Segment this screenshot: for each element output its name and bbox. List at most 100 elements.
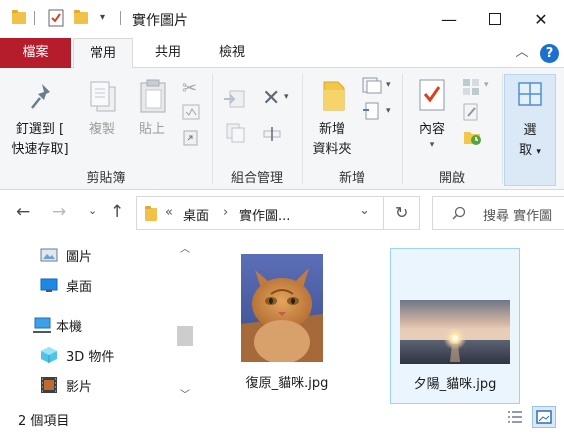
separator — [120, 11, 121, 25]
tab-view[interactable]: 檢視 — [204, 38, 260, 68]
nav-item-pictures[interactable]: 圖片 — [40, 244, 92, 266]
copy-path-icon[interactable] — [182, 104, 200, 124]
up-button[interactable]: ↑ — [110, 202, 124, 222]
chevron-down-icon[interactable]: ▾ — [484, 80, 489, 90]
new-item-icon[interactable] — [362, 76, 384, 98]
pin-label-line-2: 快速存取] — [11, 142, 69, 157]
minimize-button[interactable]: — — [426, 0, 472, 38]
new-group-label: 新增 — [338, 171, 365, 186]
nav-item-desktop[interactable]: 桌面 — [40, 274, 92, 296]
delete-icon[interactable]: ✕ — [262, 86, 280, 111]
tab-share[interactable]: 共用 — [140, 38, 196, 68]
properties-icon — [418, 78, 446, 116]
nav-item-3d-objects[interactable]: 3D 物件 — [40, 344, 114, 366]
new-folder-label-line-1: 新增 — [318, 122, 345, 137]
separator — [402, 74, 403, 184]
breadcrumb-desktop[interactable]: 桌面 — [183, 205, 209, 224]
sunset-photo-thumbnail — [400, 300, 510, 364]
separator — [302, 74, 303, 184]
chevron-down-icon[interactable]: ▾ — [284, 92, 289, 102]
status-bar: 2 個項目 — [0, 406, 564, 434]
address-dropdown-button[interactable]: ⌄ — [359, 203, 370, 218]
forward-button[interactable]: → — [52, 202, 66, 222]
open-icon[interactable] — [462, 78, 480, 100]
refresh-button[interactable]: ↻ — [395, 203, 408, 222]
properties-checkmark-icon[interactable] — [48, 9, 64, 31]
nav-item-label: 桌面 — [66, 279, 93, 295]
separator — [34, 11, 35, 25]
chevron-down-icon[interactable]: ▾ — [386, 106, 391, 116]
copy-icon — [88, 80, 118, 118]
maximize-icon — [489, 13, 501, 25]
organize-group-label: 組合管理 — [230, 171, 283, 186]
select-label-text: 取 — [519, 143, 533, 158]
easy-access-icon[interactable] — [362, 102, 384, 124]
chevron-down-icon: ▾ — [536, 147, 541, 157]
maximize-button[interactable] — [472, 0, 518, 38]
paste-icon — [138, 78, 168, 118]
overflow-chevrons[interactable]: « — [165, 205, 173, 220]
cat-photo-thumbnail — [241, 254, 323, 362]
paste-shortcut-icon[interactable] — [182, 128, 200, 150]
chevron-down-icon: ▾ — [429, 140, 435, 150]
scrollbar-thumb[interactable] — [177, 326, 193, 346]
breadcrumb-separator[interactable]: › — [223, 205, 228, 220]
videos-icon — [41, 377, 57, 393]
collapse-ribbon-button[interactable]: ︿ — [510, 38, 534, 68]
desktop-icon — [40, 278, 58, 292]
pin-quick-access-button[interactable]: 釘選到 [ 快速存取] — [4, 120, 76, 160]
details-view-button[interactable] — [506, 408, 524, 430]
copy-to-icon[interactable] — [222, 122, 248, 148]
large-icons-view-icon — [536, 410, 552, 424]
cut-icon[interactable]: ✂ — [182, 78, 197, 99]
move-to-icon[interactable] — [222, 88, 248, 114]
this-pc-icon — [33, 317, 51, 333]
back-button[interactable]: ← — [16, 202, 30, 222]
large-icons-view-button[interactable] — [532, 406, 556, 428]
new-folder-icon — [320, 80, 348, 116]
select-button[interactable]: 選 取 ▾ — [504, 74, 556, 186]
chevron-down-icon[interactable]: ▾ — [100, 12, 105, 23]
nav-item-label: 3D 物件 — [66, 349, 115, 365]
help-button[interactable]: ? — [540, 44, 559, 63]
close-button[interactable]: ✕ — [518, 0, 564, 38]
nav-item-this-pc[interactable]: 本機 — [32, 314, 82, 336]
details-view-icon — [508, 411, 522, 423]
rename-icon[interactable] — [262, 124, 282, 148]
3d-objects-icon — [41, 347, 57, 363]
nav-item-label: 本機 — [56, 319, 83, 335]
pictures-icon — [40, 248, 58, 262]
new-folder-button[interactable]: 新增 資料夾 — [304, 120, 360, 160]
nav-item-label: 圖片 — [66, 249, 93, 265]
file-item[interactable]: 復原_貓咪.jpg — [222, 246, 352, 402]
chevron-down-icon[interactable]: ▾ — [386, 80, 391, 90]
file-item-selected[interactable]: 夕陽_貓咪.jpg — [390, 248, 520, 404]
new-folder-label-line-2: 資料夾 — [312, 142, 352, 157]
breadcrumb-current[interactable]: 實作圖... — [239, 205, 290, 224]
paste-button[interactable]: 貼上 — [130, 120, 174, 140]
properties-button[interactable]: 內容 ▾ — [404, 120, 460, 150]
nav-pane-scrollbar[interactable]: ︿ ﹀ — [176, 236, 194, 406]
copy-button[interactable]: 複製 — [80, 120, 124, 140]
address-bar[interactable]: « 桌面 › 實作圖... ⌄ ↻ — [136, 196, 420, 230]
search-box[interactable]: 搜尋 實作圖 — [432, 196, 564, 230]
file-name: 復原_貓咪.jpg — [245, 376, 329, 391]
tab-file[interactable]: 檔案 — [0, 38, 71, 68]
new-group: 新增 資料夾 ▾ ▾ 新增 — [304, 68, 400, 190]
nav-item-videos[interactable]: 影片 — [40, 374, 92, 396]
select-all-icon — [517, 81, 543, 111]
ribbon: 釘選到 [ 快速存取] 複製 貼上 ✂ 剪貼簿 ✕ ▾ 組合管理 新增 資料夾 … — [0, 68, 564, 190]
title-bar: ▾ 實作圖片 — ✕ — [0, 0, 564, 38]
tab-home[interactable]: 常用 — [73, 38, 133, 69]
ribbon-tabs: 檔案 常用 共用 檢視 ︿ — [0, 38, 564, 69]
recent-locations-button[interactable]: ⌄ — [88, 204, 97, 217]
search-placeholder: 搜尋 實作圖 — [483, 209, 553, 224]
edit-icon[interactable] — [462, 102, 480, 126]
folder-icon — [145, 206, 157, 221]
select-label-line-2: 取 ▾ — [505, 141, 555, 162]
navigation-pane: 圖片 桌面 本機 3D 物件 影片 — [0, 236, 196, 406]
scroll-down-icon[interactable]: ﹀ — [180, 386, 190, 401]
history-icon[interactable] — [462, 126, 482, 150]
scroll-up-icon[interactable]: ︿ — [180, 240, 190, 255]
clipboard-group-label: 剪貼簿 — [86, 171, 126, 186]
